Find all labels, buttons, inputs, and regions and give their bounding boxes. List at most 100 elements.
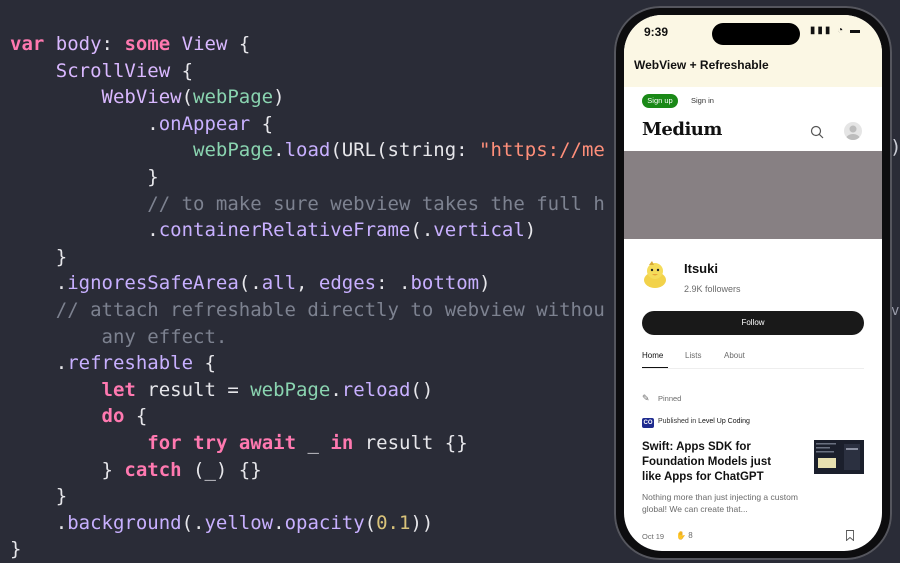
code-token: { [250,112,274,135]
code-line: any effect. [10,324,228,350]
code-token: )) [410,511,434,534]
code-token: { [193,352,216,375]
iphone-frame: 9:39 ▮▮▮ ◔ ▬ WebView + Refreshable Sign … [614,6,892,560]
publication-name[interactable]: Level Up Coding [698,418,750,425]
follower-count[interactable]: 2.9K followers [684,284,741,294]
publication-line: Published in Level Up Coding [658,418,750,425]
profile-name: Itsuki [684,261,718,276]
code-token: refreshable [67,352,194,375]
code-token: : . [376,272,411,295]
code-line: .containerRelativeFrame(.vertical) [10,217,536,243]
code-token: { [170,59,194,82]
code-token: , [296,272,319,295]
code-line: .background(.yellow.opacity(0.1)) [10,510,434,536]
article-title[interactable]: Swift: Apps SDK for Foundation Models ju… [642,440,792,485]
code-line: webPage.load(URL(string: "https://me [10,137,605,163]
bookmark-icon[interactable] [846,530,854,541]
code-token: . [330,378,342,401]
tab-lists[interactable]: Lists [685,351,701,360]
code-token: (_) {} [181,458,262,481]
code-token: any effect. [101,325,228,348]
code-token: body [55,33,102,55]
code-token: result {} [353,432,468,454]
code-token: (. [410,219,434,242]
article-subtitle[interactable]: Nothing more than just injecting a custo… [642,491,802,515]
code-token: webPage [193,139,274,162]
search-icon[interactable] [810,125,824,139]
code-token: . [273,511,285,534]
code-token: await [238,432,297,454]
clap-count-line[interactable]: ✋ 8 [676,531,693,540]
code-line: for try await _ in result {} [10,430,468,456]
publication-logo[interactable]: CO [642,418,654,428]
code-line: } catch (_) {} [10,457,262,483]
user-avatar-icon[interactable] [844,122,862,140]
code-line: let result = webPage.reload() [10,377,434,403]
code-token: yellow [204,511,274,534]
medium-logo[interactable]: Medium [642,119,722,140]
code-token: ignoresSafeArea [67,272,239,295]
code-token: background [67,511,182,534]
code-token: WebView [101,86,182,109]
code-token: ScrollView [55,59,171,82]
code-token: vertical [433,219,525,242]
code-token: do [101,405,125,428]
code-line: } [10,164,159,190]
code-token: load [284,139,331,162]
code-line: .onAppear { [10,111,273,137]
clap-count: 8 [688,531,693,540]
code-token: containerRelativeFrame [158,219,411,242]
article-date: Oct 19 [642,532,665,541]
tab-home[interactable]: Home [642,351,663,360]
code-token: try [193,432,228,454]
code-line: } [10,483,67,509]
code-token: result = [135,378,251,401]
nav-title: WebView + Refreshable [634,58,769,72]
status-time: 9:39 [644,25,669,39]
code-token: } [10,458,125,481]
code-token: (URL(string: [330,139,480,162]
publication-prefix: Published in [658,418,697,425]
code-token: for [147,432,182,454]
code-token: bottom [410,272,480,295]
signup-button[interactable]: Sign up [642,94,678,108]
code-token: } [10,538,22,561]
code-token: ( [181,86,194,109]
code-line: var body: some View { [10,31,250,57]
code-token: "https://me [479,139,605,162]
article-thumbnail[interactable] [814,440,864,474]
code-token: } [10,245,68,268]
profile-picture[interactable] [640,260,670,290]
code-token: } [10,485,68,508]
code-line: } [10,536,21,562]
code-token: ) [524,219,537,242]
code-line: .ignoresSafeArea(.all, edges: .bottom) [10,270,491,296]
code-token: // to make sure webview takes the full h [147,192,605,215]
code-token: let [101,378,136,401]
phone-screen: 9:39 ▮▮▮ ◔ ▬ WebView + Refreshable Sign … [624,15,882,551]
code-line: // to make sure webview takes the full h [10,191,605,217]
code-line: .refreshable { [10,350,216,376]
code-token: : [101,33,125,55]
pinned-label: Pinned [658,394,682,403]
active-tab-indicator [642,367,668,368]
code-token: } [10,166,159,188]
signin-link[interactable]: Sign in [691,94,714,108]
profile-banner [624,151,882,239]
status-icons: ▮▮▮ ◔ ▬ [809,25,862,36]
code-token: _ [296,432,331,454]
code-token: ) [273,86,285,109]
tab-divider [642,368,864,369]
follow-button[interactable]: Follow [642,311,864,335]
tab-about[interactable]: About [724,351,745,360]
pin-icon: ✎ [642,393,650,403]
code-line: ScrollView { [10,58,193,84]
